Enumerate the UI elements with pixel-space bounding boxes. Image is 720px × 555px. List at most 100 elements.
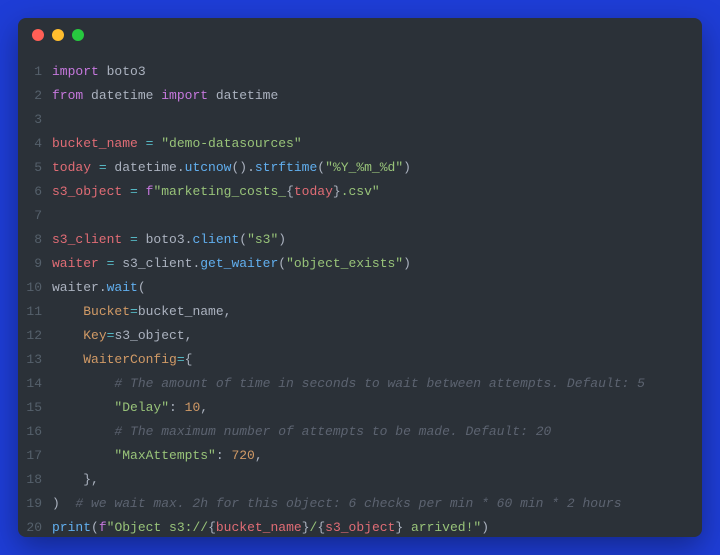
- token-str: arrived!": [403, 520, 481, 535]
- titlebar: [18, 18, 702, 52]
- token-fn: strftime: [255, 160, 317, 175]
- token-punc: ): [52, 496, 75, 511]
- code-line: 12 Key=s3_object,: [18, 324, 702, 348]
- code-line: 20print(f"Object s3://{bucket_name}/{s3_…: [18, 516, 702, 537]
- token-str: "%Y_%m_%d": [325, 160, 403, 175]
- line-number: 13: [18, 348, 52, 372]
- token-default: boto3: [107, 64, 146, 79]
- token-punc: ): [403, 160, 411, 175]
- code-line: 13 WaiterConfig={: [18, 348, 702, 372]
- line-number: 3: [18, 108, 52, 132]
- token-str: "object_exists": [286, 256, 403, 271]
- token-default: [52, 376, 114, 391]
- code-line: 2from datetime import datetime: [18, 84, 702, 108]
- line-number: 15: [18, 396, 52, 420]
- token-str: "Object s3://: [107, 520, 208, 535]
- close-icon[interactable]: [32, 29, 44, 41]
- token-str: "demo-datasources": [161, 136, 301, 151]
- token-default: [52, 424, 114, 439]
- token-str: "s3": [247, 232, 278, 247]
- token-str: "MaxAttempts": [114, 448, 215, 463]
- line-number: 19: [18, 492, 52, 516]
- token-punc: (: [317, 160, 325, 175]
- code-content: waiter.wait(: [52, 276, 702, 300]
- token-id: today: [294, 184, 333, 199]
- token-punc: ): [481, 520, 489, 535]
- token-op: =: [130, 304, 138, 319]
- token-punc: {: [185, 352, 193, 367]
- line-number: 2: [18, 84, 52, 108]
- zoom-icon[interactable]: [72, 29, 84, 41]
- token-default: [52, 328, 83, 343]
- token-op: =: [130, 184, 146, 199]
- token-punc: ().: [231, 160, 254, 175]
- code-line: 3: [18, 108, 702, 132]
- token-prop: WaiterConfig: [83, 352, 177, 367]
- token-default: waiter: [52, 280, 99, 295]
- line-number: 14: [18, 372, 52, 396]
- code-content: Bucket=bucket_name,: [52, 300, 702, 324]
- code-line: 16 # The maximum number of attempts to b…: [18, 420, 702, 444]
- token-kw: f: [99, 520, 107, 535]
- code-content: today = datetime.utcnow().strftime("%Y_%…: [52, 156, 702, 180]
- token-op: =: [107, 256, 123, 271]
- token-op: =: [177, 352, 185, 367]
- token-default: s3_client: [122, 256, 192, 271]
- code-editor: 1import boto32from datetime import datet…: [18, 52, 702, 537]
- token-kw: from: [52, 88, 91, 103]
- code-line: 18 },: [18, 468, 702, 492]
- minimize-icon[interactable]: [52, 29, 64, 41]
- line-number: 4: [18, 132, 52, 156]
- token-punc: ): [403, 256, 411, 271]
- token-kw: import: [161, 88, 216, 103]
- token-fn: client: [192, 232, 239, 247]
- code-content: ) # we wait max. 2h for this object: 6 c…: [52, 492, 702, 516]
- code-line: 4bucket_name = "demo-datasources": [18, 132, 702, 156]
- token-prop: Bucket: [83, 304, 130, 319]
- token-id: s3_object: [52, 184, 130, 199]
- token-punc: }: [333, 184, 341, 199]
- token-punc: (: [91, 520, 99, 535]
- code-content: waiter = s3_client.get_waiter("object_ex…: [52, 252, 702, 276]
- code-line: 10waiter.wait(: [18, 276, 702, 300]
- token-default: [52, 448, 114, 463]
- line-number: 5: [18, 156, 52, 180]
- token-id: waiter: [52, 256, 107, 271]
- code-content: "MaxAttempts": 720,: [52, 444, 702, 468]
- token-default: [52, 352, 83, 367]
- token-punc: :: [216, 448, 232, 463]
- code-line: 19) # we wait max. 2h for this object: 6…: [18, 492, 702, 516]
- token-punc: .: [99, 280, 107, 295]
- token-str: "Delay": [114, 400, 169, 415]
- code-line: 7: [18, 204, 702, 228]
- code-content: print(f"Object s3://{bucket_name}/{s3_ob…: [52, 516, 702, 537]
- token-fn: get_waiter: [200, 256, 278, 271]
- code-line: 5today = datetime.utcnow().strftime("%Y_…: [18, 156, 702, 180]
- token-default: bucket_name: [138, 304, 224, 319]
- line-number: 11: [18, 300, 52, 324]
- line-number: 6: [18, 180, 52, 204]
- token-prop: Key: [83, 328, 106, 343]
- token-fn: print: [52, 520, 91, 535]
- token-id: bucket_name: [216, 520, 302, 535]
- token-op: =: [146, 136, 162, 151]
- token-punc: }: [395, 520, 403, 535]
- code-content: s3_object = f"marketing_costs_{today}.cs…: [52, 180, 702, 204]
- code-line: 9waiter = s3_client.get_waiter("object_e…: [18, 252, 702, 276]
- token-punc: ,: [255, 448, 263, 463]
- token-punc: (: [239, 232, 247, 247]
- token-punc: .: [177, 160, 185, 175]
- line-number: 16: [18, 420, 52, 444]
- line-number: 12: [18, 324, 52, 348]
- token-op: =: [130, 232, 146, 247]
- token-id: s3_client: [52, 232, 130, 247]
- editor-window: 1import boto32from datetime import datet…: [18, 18, 702, 537]
- code-content: s3_client = boto3.client("s3"): [52, 228, 702, 252]
- token-num: 10: [185, 400, 201, 415]
- code-line: 1import boto3: [18, 60, 702, 84]
- code-content: },: [52, 468, 702, 492]
- token-punc: }: [302, 520, 310, 535]
- line-number: 17: [18, 444, 52, 468]
- code-content: Key=s3_object,: [52, 324, 702, 348]
- code-content: bucket_name = "demo-datasources": [52, 132, 702, 156]
